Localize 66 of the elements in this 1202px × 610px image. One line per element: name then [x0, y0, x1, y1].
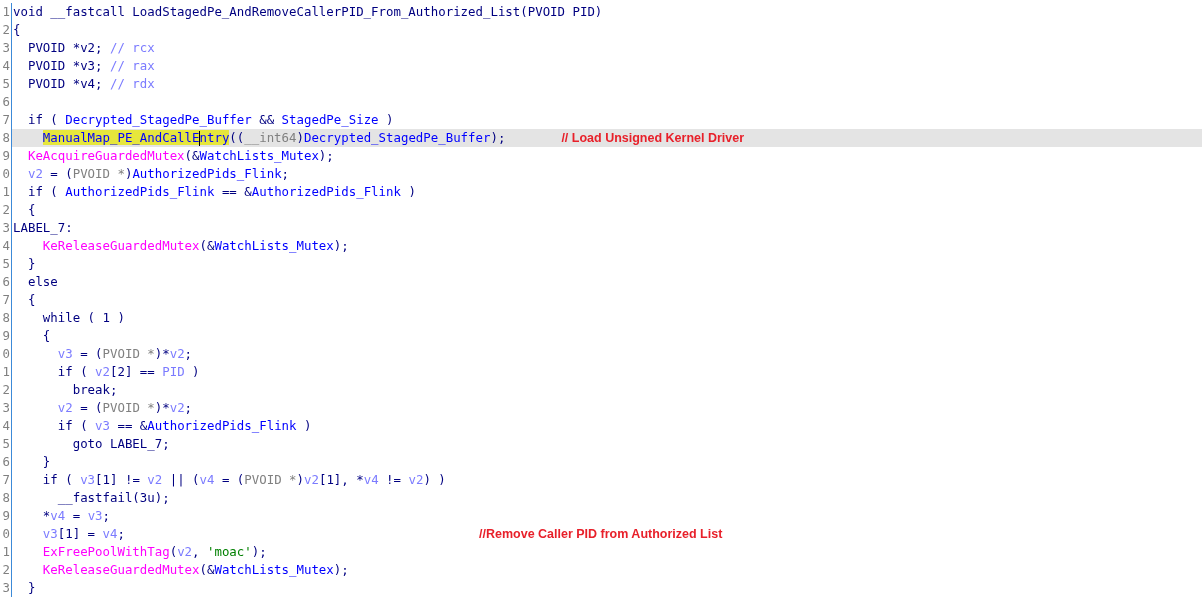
code-line: while ( 1 ): [41, 309, 126, 327]
line-number: 1: [0, 183, 12, 201]
annotation-comment: //Remove Caller PID from Authorized List: [479, 526, 723, 543]
code-line: LABEL_7:: [13, 219, 74, 237]
line-number: 5: [0, 435, 12, 453]
line-number: 0: [0, 165, 12, 183]
code-line: v2 = (PVOID *)AuthorizedPids_Flink;: [26, 165, 291, 183]
line-number: 9: [0, 507, 12, 525]
code-line: ManualMap_PE_AndCallEntry((__int64)Decrypted_StagedPe_Buffer);: [41, 129, 506, 147]
line-number: 3: [0, 39, 12, 57]
line-number: 9: [0, 147, 12, 165]
code-line: v2 = (PVOID *)*v2;: [56, 399, 194, 417]
line-number: 4: [0, 57, 12, 75]
code-line: v3 = (PVOID *)*v2;: [56, 345, 194, 363]
code-line: if ( v2[2] == PID ): [56, 363, 201, 381]
line-number: 5: [0, 255, 12, 273]
code-line: if ( AuthorizedPids_Flink == &AuthorizedPids_Flink ): [26, 183, 417, 201]
line-number: 2: [0, 201, 12, 219]
line-number: 2: [0, 561, 12, 579]
code-line: *v4 = v3;: [41, 507, 111, 525]
code-line: }: [26, 579, 37, 597]
line-number: 6: [0, 273, 12, 291]
code-line: }: [41, 453, 52, 471]
code-line: v3[1] = v4;: [41, 525, 126, 543]
code-line: {: [41, 327, 52, 345]
line-number: 7: [0, 471, 12, 489]
code-line: KeReleaseGuardedMutex(&WatchLists_Mutex);: [41, 561, 350, 579]
line-number: 5: [0, 75, 12, 93]
line-number: 3: [0, 399, 12, 417]
code-line: else: [26, 273, 59, 291]
code-line: void __fastcall LoadStagedPe_AndRemoveCallerPID_From_Authorized_List(PVOID PID): [13, 3, 603, 21]
code-line: KeAcquireGuardedMutex(&WatchLists_Mutex);: [26, 147, 335, 165]
code-line: if ( v3[1] != v2 || (v4 = (PVOID *)v2[1], *v4 != v2) ): [41, 471, 446, 489]
code-line: {: [13, 21, 22, 39]
code-line: KeReleaseGuardedMutex(&WatchLists_Mutex);: [41, 237, 350, 255]
line-number: 6: [0, 453, 12, 471]
code-line: {: [26, 291, 37, 309]
line-number: 8: [0, 309, 12, 327]
line-number: 4: [0, 237, 12, 255]
code-line: break;: [71, 381, 119, 399]
code-line: PVOID *v3; // rax: [26, 57, 156, 75]
code-line: goto LABEL_7;: [71, 435, 171, 453]
line-number: 6: [0, 93, 12, 111]
code-line: {: [26, 201, 37, 219]
line-number: 3: [0, 579, 12, 597]
code-line: if ( v3 == &AuthorizedPids_Flink ): [56, 417, 313, 435]
code-line: if ( Decrypted_StagedPe_Buffer && StagedPe_Size ): [26, 111, 395, 129]
line-number: 9: [0, 327, 12, 345]
line-number: 3: [0, 219, 12, 237]
code-line: }: [26, 255, 37, 273]
annotation-comment: // Load Unsigned Kernel Driver: [561, 130, 745, 147]
line-number: 2: [0, 21, 12, 39]
code-line: __fastfail(3u);: [56, 489, 171, 507]
line-number: 0: [0, 525, 12, 543]
line-number: 1: [0, 543, 12, 561]
line-number: 7: [0, 111, 12, 129]
code-line: ExFreePoolWithTag(v2, 'moac');: [41, 543, 268, 561]
code-line: PVOID *v2; // rcx: [26, 39, 156, 57]
line-number: 1: [0, 3, 12, 21]
line-number: 1: [0, 363, 12, 381]
line-number: 2: [0, 381, 12, 399]
line-number: 8: [0, 489, 12, 507]
line-number: 4: [0, 417, 12, 435]
code-line: PVOID *v4; // rdx: [26, 75, 156, 93]
line-number: 0: [0, 345, 12, 363]
line-number: 7: [0, 291, 12, 309]
